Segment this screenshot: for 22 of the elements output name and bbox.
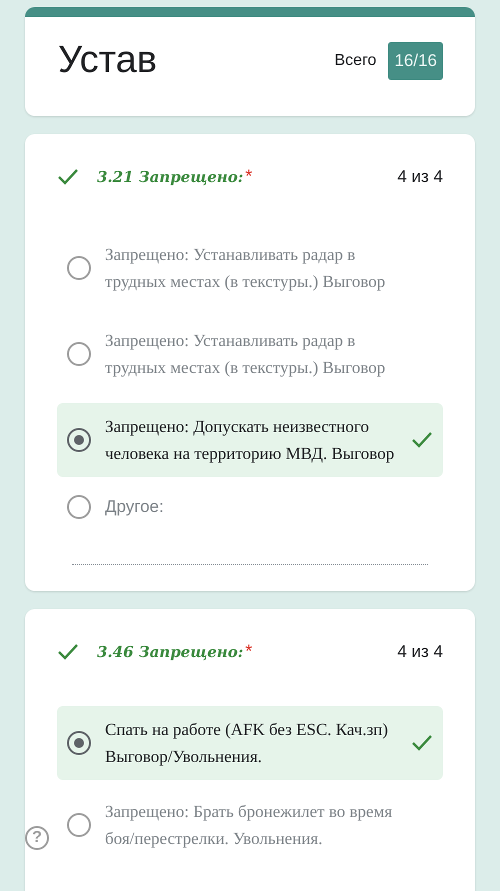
points-label: 4 из 4 [397,166,443,186]
radio-button[interactable] [67,342,91,366]
option-label: Запрещено: Устанавливать радар в трудных местах (в текстуры.) Выговор [105,244,386,293]
required-mark: * [245,641,252,662]
option-label: Спать на работе (AFK без ESC. Кач.зп) Выговор/Увольнения. [105,719,390,768]
radio-button[interactable] [67,731,91,755]
required-mark: * [245,166,252,187]
radio-button[interactable] [67,495,91,519]
score-badge: 16/16 [388,42,443,80]
option-label: Запрещено: Брать бронежилет во время боя/перестрелки. Увольнения. [105,801,394,850]
radio-button[interactable] [67,428,91,452]
form-title: Устав [58,39,157,82]
option-label: Другое: [105,497,165,517]
radio-button[interactable] [67,813,91,837]
total-label: Всего [334,52,376,70]
other-answer-line[interactable] [72,563,428,565]
radio-button[interactable] [67,256,91,280]
option-label: Запрещено: Допускать неизвестного человека на территорию МВД. Выговор [105,416,396,465]
question-title: 3.21 Запрещено: [97,168,244,186]
points-label: 4 из 4 [397,642,443,662]
option-label: Запрещено: Устанавливать радар в трудных местах (в текстуры.) Выговор [105,330,386,379]
question-title: 3.46 Запрещено: [97,642,244,660]
